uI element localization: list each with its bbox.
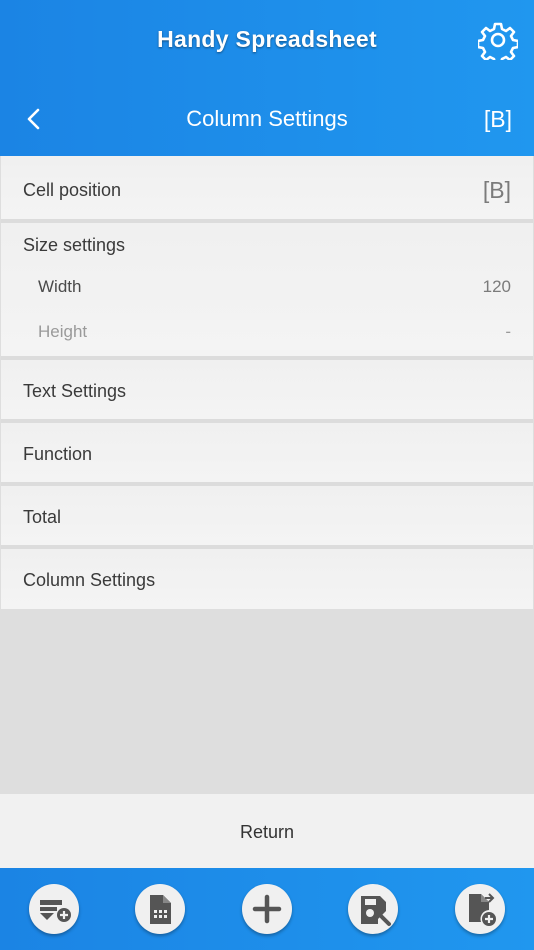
cell-position-label: Cell position	[23, 180, 122, 200]
new-file-icon[interactable]	[455, 884, 505, 934]
function-label: Function	[23, 444, 93, 464]
column-settings-row[interactable]: Column Settings	[1, 549, 533, 609]
height-label: Height	[38, 322, 88, 341]
total-label: Total	[23, 507, 62, 527]
height-value: -	[505, 322, 511, 341]
return-button[interactable]: Return	[0, 794, 534, 868]
spreadsheet-file-icon[interactable]	[135, 884, 185, 934]
width-value[interactable]: 120	[483, 277, 511, 297]
total-row[interactable]: Total	[1, 486, 533, 549]
save-as-icon[interactable]	[348, 884, 398, 934]
size-settings-section: Size settings Width 120 Height -	[1, 223, 533, 360]
settings-list: Cell position [B] Size settings Width 12…	[0, 156, 534, 609]
function-row[interactable]: Function	[1, 423, 533, 486]
column-badge: [B]	[483, 106, 512, 132]
cell-position-row[interactable]: Cell position [B]	[1, 156, 533, 223]
page-title: Column Settings	[186, 106, 348, 131]
size-settings-label: Size settings	[23, 235, 126, 255]
cell-position-value: [B]	[482, 177, 511, 203]
top-app-bar: Handy Spreadsheet Column Settings [B]	[0, 0, 534, 156]
add-row-icon[interactable]	[29, 884, 79, 934]
width-label[interactable]: Width	[38, 277, 81, 297]
plus-icon[interactable]	[242, 884, 292, 934]
text-settings-label: Text Settings	[23, 381, 127, 401]
return-label: Return	[239, 822, 295, 842]
column-settings-label: Column Settings	[23, 570, 156, 590]
text-settings-row[interactable]: Text Settings	[1, 360, 533, 423]
app-title: Handy Spreadsheet	[157, 26, 377, 52]
bottom-toolbar	[0, 868, 534, 950]
settings-gear-icon[interactable]	[476, 20, 520, 66]
